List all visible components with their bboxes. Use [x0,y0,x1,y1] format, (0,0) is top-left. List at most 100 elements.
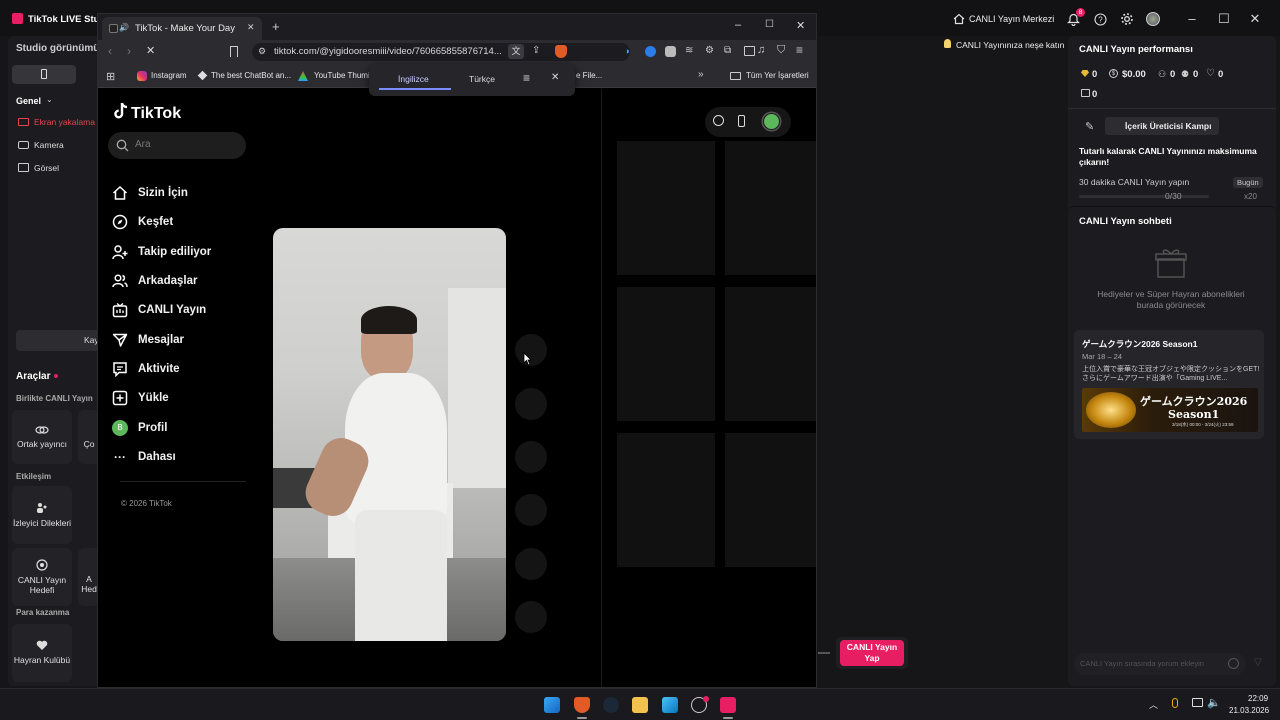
video-grid-tile[interactable] [725,433,816,567]
video-grid-tile[interactable] [725,287,816,421]
site-info-icon[interactable]: ⚙ [258,46,266,57]
brave-browser-icon[interactable] [574,697,590,713]
nav-more[interactable]: ··· Dahası [112,446,176,468]
viewer-wishes-tool[interactable]: İzleyici Dilekleri [12,486,72,544]
share-button[interactable] [515,494,547,526]
extensions-puzzle-icon[interactable]: ⧉ [724,45,731,56]
nav-live[interactable]: CANLI Yayın [112,299,206,321]
co-host-tool[interactable]: Ortak yayıncı [12,410,72,464]
live-center-button[interactable]: CANLI Yayın Merkezi [969,14,1054,24]
home-icon[interactable] [953,13,965,25]
browser-maximize-icon[interactable]: ☐ [765,19,774,30]
new-tab-icon[interactable]: + [272,19,280,34]
extension-gray-icon[interactable] [665,46,676,57]
clock-date[interactable]: 21.03.2026 [1229,706,1269,715]
source-image[interactable]: Görsel [34,163,59,173]
music-disc-button[interactable] [515,548,547,580]
music-icon[interactable]: ♫ [757,44,765,56]
stop-loading-icon[interactable]: ✕ [146,44,155,57]
extension-blue-icon[interactable] [645,46,656,57]
forward-icon[interactable]: › [127,44,131,58]
url-input[interactable]: ⚙ tiktok.com/@yigidooresmiii/video/76066… [252,43,630,61]
nav-messages[interactable]: Mesajlar [112,329,184,351]
bookmark-file[interactable]: e File... [576,71,602,80]
browser-minimize-icon[interactable]: – [735,19,741,31]
all-bookmarks-folder[interactable]: Tüm Yer İşaretleri [746,71,809,80]
tiktok-logo-icon[interactable] [113,102,129,120]
network-icon[interactable] [1192,698,1203,707]
translate-tab-english[interactable]: İngilizce [398,74,429,84]
translate-menu-icon[interactable]: ≡ [523,71,530,85]
source-camera[interactable]: Kamera [34,140,64,150]
go-live-button[interactable]: CANLI Yayın Yap [840,640,904,666]
bookmark-icon[interactable] [230,46,238,57]
video-grid-tile[interactable] [617,287,715,421]
nav-explore[interactable]: Keşfet [112,211,173,233]
vpn-shield-icon[interactable]: ⛉ [777,44,785,57]
chat-input[interactable]: CANLI Yayın sırasında yorum ekleyin [1074,653,1246,675]
nav-following[interactable]: Takip ediliyor [112,241,211,263]
mobile-icon[interactable] [738,115,745,127]
audio-wave-icon[interactable]: ◗ [625,46,635,56]
close-icon[interactable]: ✕ [1248,12,1262,26]
bookmark-chatbot[interactable]: The best ChatBot an... [211,71,291,80]
sidebar-panel-icon[interactable] [744,46,755,56]
nav-profile[interactable]: B Profil [112,417,167,439]
maximize-icon[interactable]: ☐ [1217,12,1231,26]
brave-shield-icon[interactable] [555,45,567,58]
settings-gear-icon[interactable] [1120,12,1134,26]
tiktok-live-studio-taskbar-icon[interactable] [720,697,736,713]
more-bookmarks-icon[interactable]: » [698,69,704,80]
tab-close-icon[interactable]: ✕ [247,22,255,33]
volume-icon[interactable]: 🔈 [1207,696,1221,709]
more-actions-button[interactable] [515,601,547,633]
source-screen-capture[interactable]: Ekran yakalama [34,117,95,127]
translate-icon[interactable]: 文 [508,44,524,59]
user-avatar[interactable] [1146,12,1160,26]
comment-button[interactable] [515,388,547,420]
photos-icon[interactable] [662,697,678,713]
bookmark-youtube-thumb[interactable]: YouTube Thumi [314,71,370,80]
save-button[interactable] [515,441,547,473]
translate-close-icon[interactable]: ✕ [551,72,559,83]
general-dropdown[interactable]: Genel [16,96,41,106]
send-icon[interactable]: ▽ [1254,657,1262,668]
steam-icon[interactable] [603,697,619,713]
file-explorer-icon[interactable] [632,697,648,713]
search-input[interactable]: Ara [108,132,246,159]
menu-icon[interactable]: ≡ [796,43,803,57]
help-icon[interactable]: ? [1094,13,1107,26]
clock-time[interactable]: 22:09 [1248,694,1268,703]
audio-speaker-icon[interactable]: 🔊 [119,23,129,32]
video-grid-tile[interactable] [617,433,715,567]
nav-for-you[interactable]: Sizin İçin [112,182,188,204]
video-grid-tile[interactable] [725,141,816,275]
extension-gear-icon[interactable]: ⚙ [705,45,714,56]
emoji-icon[interactable] [1228,658,1239,669]
fan-club-tool[interactable]: Hayran Kulübü [12,624,72,682]
extension-wifi-icon[interactable]: ≋ [685,45,693,56]
nav-upload[interactable]: Yükle [112,387,169,409]
explore-compass-icon[interactable] [713,115,724,126]
back-icon[interactable]: ‹ [108,44,112,58]
video-grid-tile[interactable] [617,141,715,275]
translate-tab-turkish[interactable]: Türkçe [469,74,495,84]
minimize-icon[interactable]: – [1185,12,1199,26]
event-card[interactable]: ゲームクラウン2026 Season1 Mar 18 – 24 上位入賞で豪華な… [1074,330,1264,439]
tray-chevron-up-icon[interactable]: ︿ [1149,698,1158,711]
bookmark-instagram[interactable]: Instagram [151,71,187,80]
creator-edit-icon[interactable]: ✎ [1085,120,1094,133]
microphone-icon[interactable] [1172,698,1178,708]
live-goal-tool[interactable]: CANLI Yayın Hedefi [12,548,72,606]
video-player[interactable] [273,228,506,641]
share-icon[interactable]: ⇪ [532,45,540,56]
browser-close-icon[interactable]: ✕ [796,19,805,32]
tiktok-logo-text[interactable]: TikTok [131,105,181,123]
page-profile-avatar[interactable] [763,113,780,130]
nav-activity[interactable]: Aktivite [112,358,180,380]
live-tip-banner[interactable]: CANLI Yayınınıza neşe katın [956,40,1064,50]
tab-tiktok[interactable]: 🔊 TikTok - Make Your Day ✕ [102,17,262,40]
nav-friends[interactable]: Arkadaşlar [112,270,197,292]
apps-grid-icon[interactable]: ⊞ [106,70,115,83]
windows-start-icon[interactable] [544,697,560,713]
